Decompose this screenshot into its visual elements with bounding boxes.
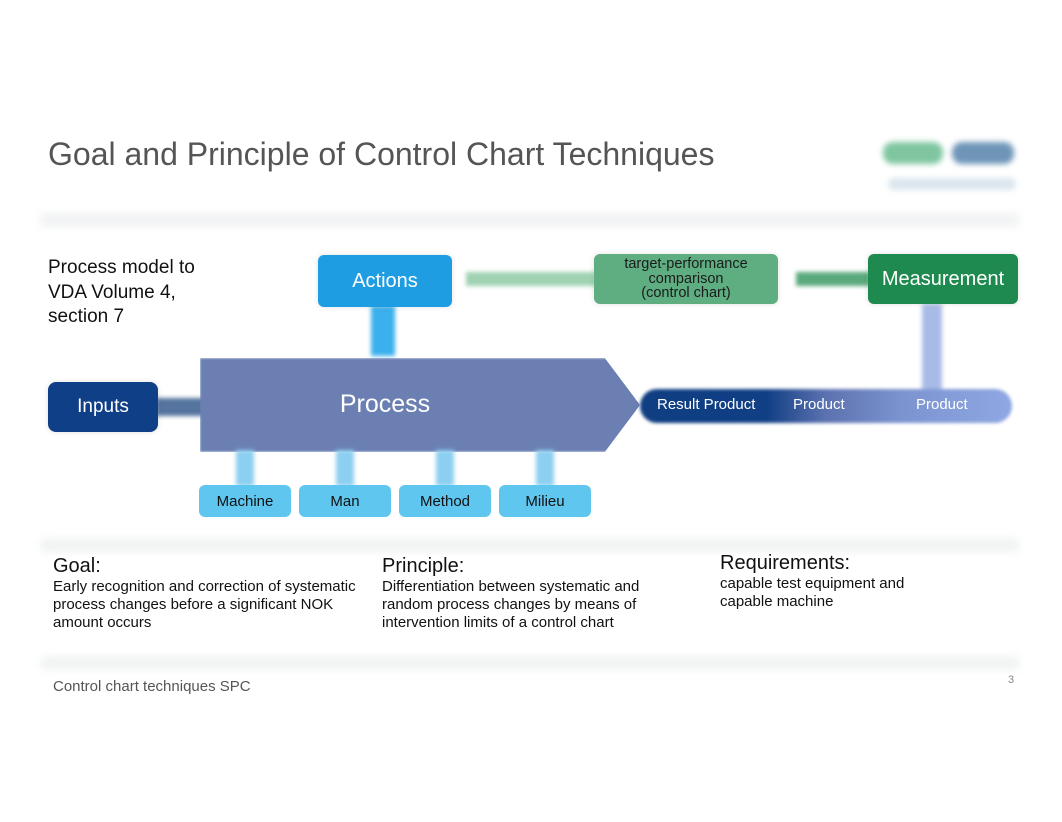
product-label: Product: [916, 396, 968, 413]
slide-title: Goal and Principle of Control Chart Tech…: [48, 136, 715, 172]
connector-milieu: [536, 450, 554, 486]
goal-line: amount occurs: [53, 614, 152, 631]
comparison-line: target-performance: [624, 256, 748, 273]
connector-comparison-actions: [466, 272, 596, 286]
requirements-heading: Requirements:: [720, 552, 851, 574]
principle-section: Principle: Differentiation between syste…: [382, 555, 702, 632]
page-number: 3: [1008, 674, 1015, 686]
comparison-line: comparison: [648, 270, 724, 287]
principle-line: intervention limits of a control chart: [382, 614, 614, 631]
comparison-box: target-performance comparison (control c…: [594, 254, 778, 304]
measurement-box: Measurement: [868, 254, 1018, 304]
goal-section: Goal: Early recognition and correction o…: [53, 555, 373, 632]
actions-box: Actions: [318, 255, 452, 307]
intro-line: Process model to: [48, 257, 195, 278]
principle-line: Differentiation between systematic and: [382, 578, 640, 595]
goal-line: process changes before a significant NOK: [53, 596, 334, 613]
requirements-line: capable test equipment and: [720, 575, 905, 592]
factor-method: Method: [399, 485, 491, 517]
connector-man: [336, 450, 354, 486]
footer-text: Control chart techniques SPC: [53, 678, 251, 695]
principle-line: random process changes by means of: [382, 596, 637, 613]
factor-machine: Machine: [199, 485, 291, 517]
intro-text: Process model to VDA Volume 4, section 7: [48, 256, 195, 330]
intro-line: VDA Volume 4,: [48, 281, 176, 303]
logo-mark-green: [883, 142, 943, 164]
comparison-line: (control chart): [641, 285, 731, 302]
process-label: Process: [339, 390, 431, 418]
connector-actions-process: [371, 306, 395, 356]
goal-heading: Goal:: [53, 555, 101, 577]
factor-milieu: Milieu: [499, 485, 591, 517]
result-product-label: Result Product: [657, 396, 756, 413]
connector-product-measurement: [922, 304, 942, 394]
requirements-section: Requirements: capable test equipment and…: [720, 552, 1020, 611]
connector-method: [436, 450, 454, 486]
section-divider: [40, 538, 1020, 552]
header-divider: [40, 213, 1020, 227]
logo-mark-blue: [952, 142, 1014, 164]
requirements-line: capable machine: [720, 593, 834, 610]
principle-heading: Principle:: [382, 555, 465, 577]
goal-line: Early recognition and correction of syst…: [53, 578, 356, 595]
product-label: Product: [793, 396, 845, 413]
connector-measurement-comparison: [796, 272, 870, 286]
connector-machine: [236, 450, 254, 486]
intro-line: section 7: [48, 306, 125, 327]
factor-man: Man: [299, 485, 391, 517]
inputs-box: Inputs: [48, 382, 158, 432]
logo-subtitle: [888, 178, 1016, 190]
footer-divider: [40, 656, 1020, 670]
